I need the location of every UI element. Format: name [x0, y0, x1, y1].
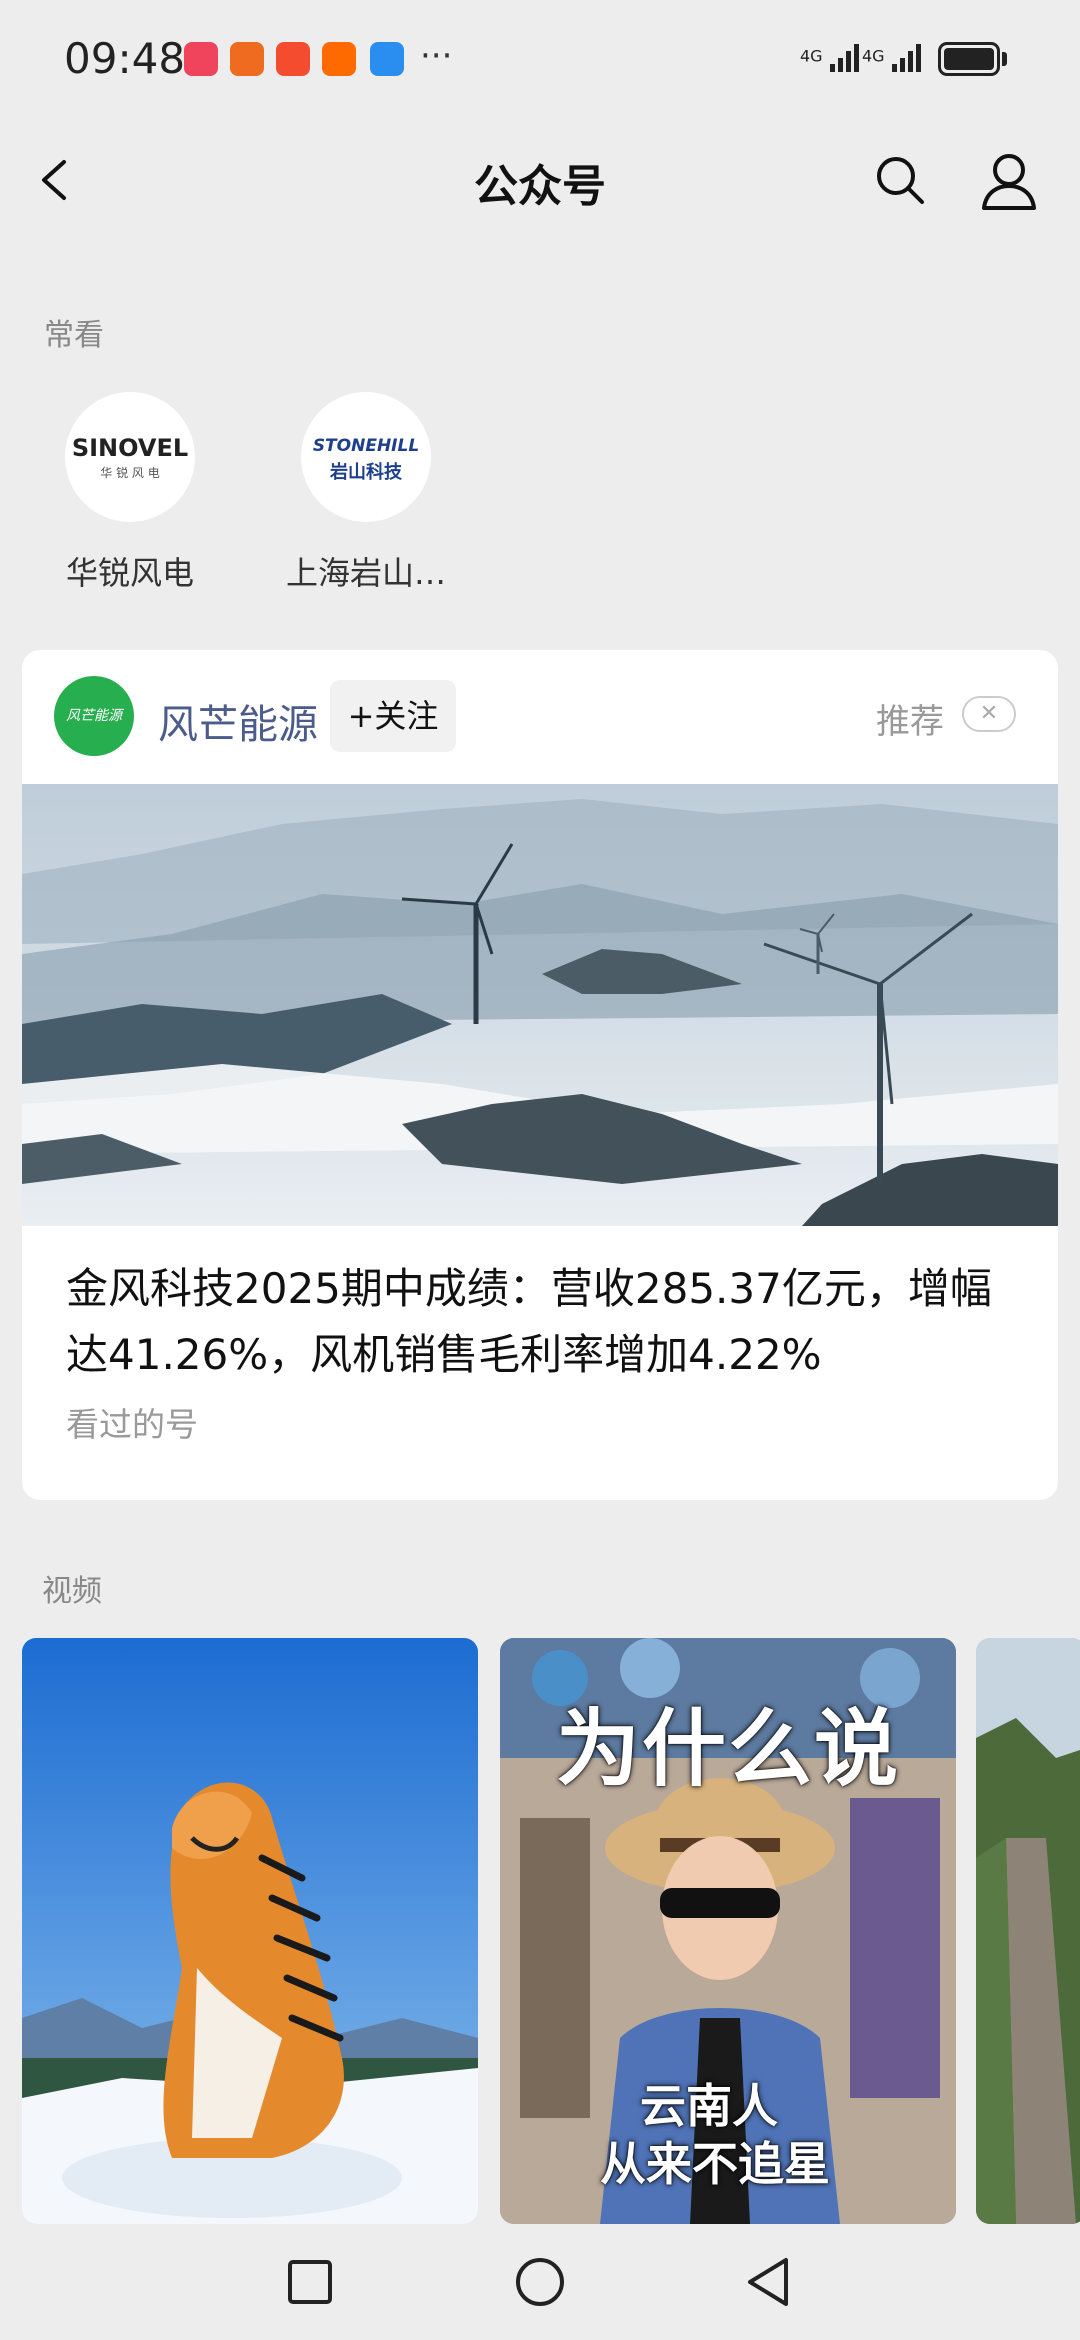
dismiss-recommendation-button[interactable]: ✕	[962, 696, 1016, 732]
user-icon	[982, 154, 1036, 210]
circle-icon	[516, 2258, 564, 2306]
video-caption-top: 为什么说	[555, 1700, 900, 1798]
video-thumbnail-yunnan[interactable]: 为什么说 云南人 从来不追星	[500, 1638, 956, 2224]
loan-app-icon	[230, 42, 264, 76]
article-cover-image[interactable]	[22, 784, 1058, 1226]
signal-1-icon: 4G	[800, 40, 862, 74]
battery-tip	[1002, 52, 1007, 66]
account-name[interactable]: 风芒能源	[158, 692, 318, 750]
wind-turbine-landscape-image	[22, 784, 1058, 1226]
system-back-button[interactable]	[740, 2252, 800, 2312]
recommended-article-card[interactable]: 风芒能源 风芒能源 +关注 推荐 ✕ 金风科技2025期中成绩：营收285.37…	[22, 650, 1058, 1500]
frequent-item-name: 上海岩山…	[285, 554, 446, 592]
article-title[interactable]: 金风科技2025期中成绩：营收285.37亿元，增幅达41.26%，风机销售毛利…	[66, 1256, 1026, 1388]
triangle-back-icon	[748, 2258, 788, 2306]
frequent-item-sinovel[interactable]: SINOVEL 华 锐 风 电 华锐风电	[10, 392, 250, 594]
signal-2-icon: 4G	[862, 40, 924, 74]
follow-button[interactable]: +关注	[330, 680, 456, 752]
search-icon	[877, 157, 924, 204]
account-avatar[interactable]: 风芒能源	[54, 676, 134, 756]
system-navigation-bar	[0, 2224, 1080, 2340]
status-bar: 09:48 ··· 4G 4G	[0, 0, 1080, 110]
square-icon	[288, 2260, 332, 2304]
video-caption-bottom-2: 从来不追星	[600, 2137, 830, 2191]
shopping-app-icon	[276, 42, 310, 76]
article-source-note: 看过的号	[66, 1405, 198, 1444]
taobao-app-icon	[322, 42, 356, 76]
frequent-item-stonehill[interactable]: STONEHILL 岩山科技 上海岩山…	[246, 392, 486, 594]
video-caption-bottom-1: 云南人	[640, 2079, 778, 2133]
stonehill-logo: STONEHILL 岩山科技	[301, 392, 431, 522]
videos-section-label: 视频	[42, 1574, 102, 1609]
huawei-app-icon	[184, 42, 218, 76]
video-thumbnail-path[interactable]	[976, 1638, 1080, 2224]
top-nav-bar: 公众号	[0, 120, 1080, 240]
frequent-item-name: 华锐风电	[65, 554, 194, 592]
tiger-on-snow-image	[22, 1638, 478, 2224]
rural-path-image	[976, 1638, 1080, 2224]
search-button[interactable]	[870, 150, 930, 210]
home-button[interactable]	[510, 2252, 570, 2312]
video-thumbnail-tiger[interactable]	[22, 1638, 478, 2224]
card-header: 风芒能源 风芒能源 +关注 推荐 ✕	[22, 650, 1058, 784]
status-time: 09:48	[64, 34, 186, 83]
frequent-section-label: 常看	[44, 318, 104, 353]
profile-button[interactable]	[976, 148, 1042, 214]
recommend-label: 推荐	[876, 702, 944, 742]
sinovel-logo: SINOVEL 华 锐 风 电	[65, 392, 195, 522]
weather-app-icon	[370, 42, 404, 76]
recent-apps-button[interactable]	[280, 2252, 340, 2312]
more-notifications-icon: ···	[420, 36, 453, 76]
battery-icon	[938, 42, 1000, 76]
